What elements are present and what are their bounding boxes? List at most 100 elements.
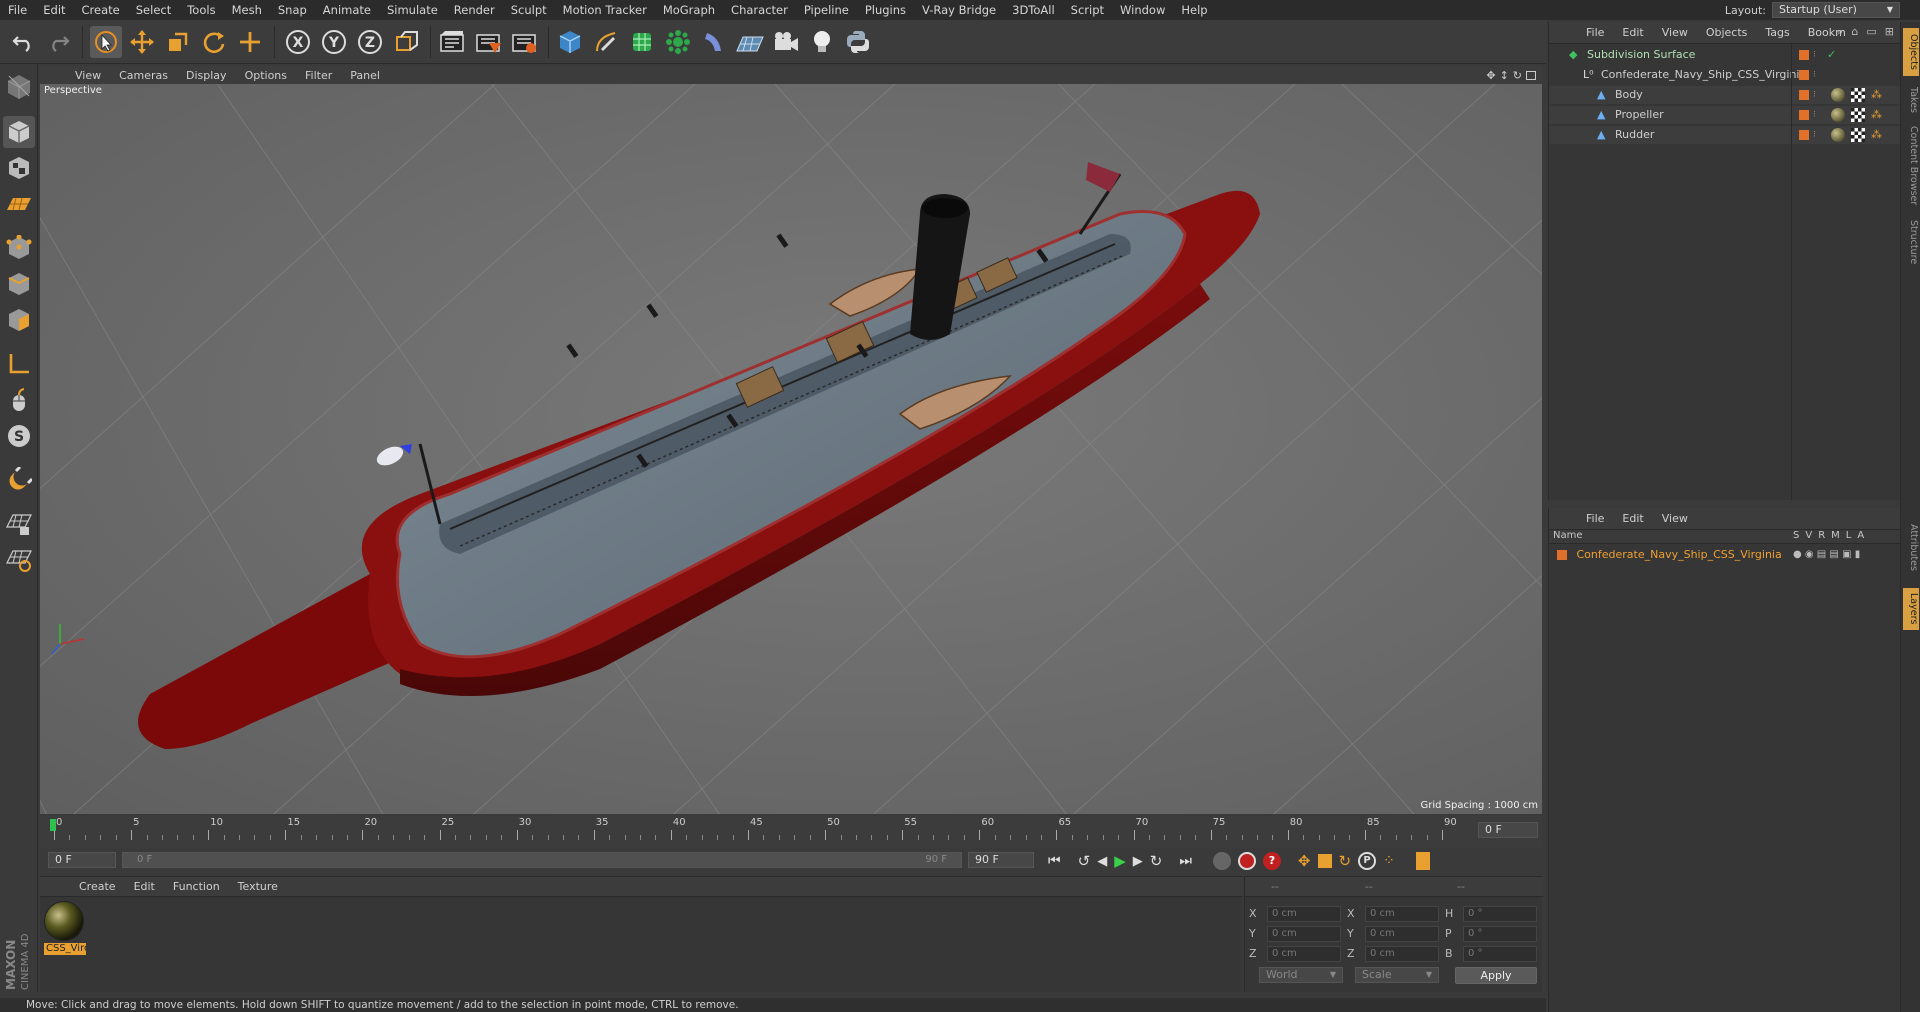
range-slider[interactable]: 0 F 90 F — [122, 852, 962, 868]
new-view-icon[interactable]: ⊞ — [1885, 25, 1894, 39]
menu-edit[interactable]: Edit — [35, 0, 73, 20]
visibility-dots[interactable]: ⁝ — [1813, 106, 1816, 124]
key-param-icon[interactable]: P — [1358, 852, 1377, 870]
menu-plugins[interactable]: Plugins — [857, 0, 914, 20]
floor-button[interactable] — [734, 26, 766, 58]
coord-value-field[interactable]: 0 cm — [1365, 926, 1439, 942]
edges-mode-button[interactable] — [3, 268, 35, 300]
layer-tag-swatch[interactable] — [1799, 70, 1809, 80]
object-row[interactable]: ▲ Rudder ⁝ ⁂ — [1549, 126, 1901, 144]
tab-objects[interactable]: Objects — [1903, 28, 1919, 76]
play-icon[interactable]: ▶ — [1114, 852, 1126, 870]
layer-color-swatch[interactable] — [1557, 550, 1567, 560]
lock-workplane-button[interactable] — [3, 508, 35, 540]
home-icon[interactable]: ⌂ — [1851, 25, 1858, 39]
model-mode-button[interactable] — [3, 116, 35, 148]
coord-value-field[interactable]: 0 cm — [1267, 946, 1341, 962]
tweak-mode-button[interactable] — [3, 384, 35, 416]
next-key-icon[interactable]: ↻ — [1150, 852, 1163, 870]
coord-value-field[interactable]: 0 cm — [1267, 926, 1341, 942]
coord-value-field[interactable]: 0 cm — [1365, 946, 1439, 962]
object-menu-objects[interactable]: Objects — [1697, 26, 1757, 39]
workplane-button[interactable] — [3, 188, 35, 220]
go-to-start-icon[interactable]: ⏮ — [1048, 853, 1061, 869]
object-row[interactable]: ◆ Subdivision Surface ⁝ ✓ — [1549, 46, 1901, 64]
start-frame-field[interactable]: 0 F — [48, 852, 116, 868]
material-tag-icon[interactable] — [1831, 108, 1845, 122]
array-button[interactable] — [662, 26, 694, 58]
material-menu-create[interactable]: Create — [70, 880, 125, 893]
material-menu-edit[interactable]: Edit — [125, 880, 164, 893]
material-tag-icon[interactable] — [1831, 88, 1845, 102]
deformer-button[interactable] — [698, 26, 730, 58]
enabled-check-icon[interactable]: ✓ — [1827, 46, 1836, 64]
menu-v-ray-bridge[interactable]: V-Ray Bridge — [914, 0, 1004, 20]
menu-character[interactable]: Character — [723, 0, 796, 20]
make-editable-button[interactable] — [3, 70, 35, 102]
view-layout-icon[interactable]: ▭ — [1866, 25, 1876, 39]
undo-button[interactable] — [8, 26, 40, 58]
visibility-dots[interactable]: ⁝ — [1813, 46, 1816, 64]
uvw-tag-icon[interactable] — [1851, 108, 1865, 122]
menu-pipeline[interactable]: Pipeline — [796, 0, 857, 20]
selection-tag-icon[interactable]: ⁂ — [1871, 106, 1882, 124]
previous-key-icon[interactable]: ↺ — [1078, 852, 1091, 870]
camera-button[interactable] — [770, 26, 802, 58]
record-icon[interactable] — [1237, 852, 1256, 870]
workplane-grid-button[interactable] — [3, 544, 35, 576]
object-menu-file[interactable]: File — [1577, 26, 1613, 39]
object-menu-view[interactable]: View — [1653, 26, 1697, 39]
tab-layers[interactable]: Layers — [1903, 588, 1919, 630]
visibility-dots[interactable]: ⁝ — [1813, 66, 1816, 84]
tab-content-browser[interactable]: Content Browser — [1903, 124, 1919, 208]
material-menu-function[interactable]: Function — [164, 880, 229, 893]
selection-tag-icon[interactable]: ⁂ — [1871, 126, 1882, 144]
rotate-view-icon[interactable]: ↻ — [1513, 69, 1522, 82]
coordinate-system-button[interactable] — [390, 26, 422, 58]
tab-structure[interactable]: Structure — [1903, 214, 1919, 270]
subdivision-button[interactable] — [626, 26, 658, 58]
key-pla-icon[interactable]: ⁘ — [1383, 853, 1395, 869]
search-icon[interactable]: ⌕ — [1837, 25, 1843, 39]
menu-create[interactable]: Create — [74, 0, 128, 20]
coord-value-field[interactable]: 0 ° — [1463, 946, 1537, 962]
menu-file[interactable]: File — [0, 0, 35, 20]
material-menu-texture[interactable]: Texture — [229, 880, 287, 893]
light-button[interactable] — [806, 26, 838, 58]
viewport-menu-options[interactable]: Options — [236, 69, 296, 82]
keyframe-selection-icon[interactable] — [1212, 852, 1231, 870]
z-axis-button[interactable]: Z — [354, 26, 386, 58]
playhead-marker[interactable] — [50, 819, 56, 831]
edit-render-settings-button[interactable] — [508, 26, 540, 58]
maximize-view-icon[interactable] — [1526, 70, 1536, 80]
points-mode-button[interactable] — [3, 232, 35, 264]
layer-tag-swatch[interactable] — [1799, 110, 1809, 120]
key-rotate-icon[interactable]: ↻ — [1339, 852, 1352, 870]
move-view-icon[interactable]: ↕ — [1500, 69, 1509, 82]
rotate-button[interactable] — [198, 26, 230, 58]
coordinate-space-select[interactable]: World ▼ — [1259, 967, 1343, 983]
menu-help[interactable]: Help — [1173, 0, 1215, 20]
viewport-menu-cameras[interactable]: Cameras — [110, 69, 177, 82]
menu-script[interactable]: Script — [1063, 0, 1112, 20]
move-button[interactable] — [126, 26, 158, 58]
tab-takes[interactable]: Takes — [1903, 82, 1919, 118]
layer-tag-swatch[interactable] — [1799, 90, 1809, 100]
next-frame-icon[interactable]: ▶ — [1133, 854, 1143, 869]
scale-button[interactable] — [162, 26, 194, 58]
layer-menu-edit[interactable]: Edit — [1613, 512, 1652, 525]
layer-menu-view[interactable]: View — [1653, 512, 1697, 525]
menu-tools[interactable]: Tools — [179, 0, 223, 20]
3d-viewport[interactable]: Perspective Grid Spacing : 1000 cm — [40, 84, 1542, 814]
redo-button[interactable] — [42, 26, 74, 58]
python-button[interactable] — [842, 26, 874, 58]
pan-view-icon[interactable]: ✥ — [1486, 69, 1495, 82]
texture-mode-button[interactable] — [3, 152, 35, 184]
polygons-mode-button[interactable] — [3, 304, 35, 336]
previous-frame-icon[interactable]: ◀ — [1097, 854, 1107, 869]
end-frame-field[interactable]: 90 F — [968, 852, 1034, 868]
auto-key-icon[interactable]: ? — [1262, 852, 1281, 870]
uvw-tag-icon[interactable] — [1851, 128, 1865, 142]
recent-tools-button[interactable] — [234, 26, 266, 58]
menu-animate[interactable]: Animate — [315, 0, 379, 20]
